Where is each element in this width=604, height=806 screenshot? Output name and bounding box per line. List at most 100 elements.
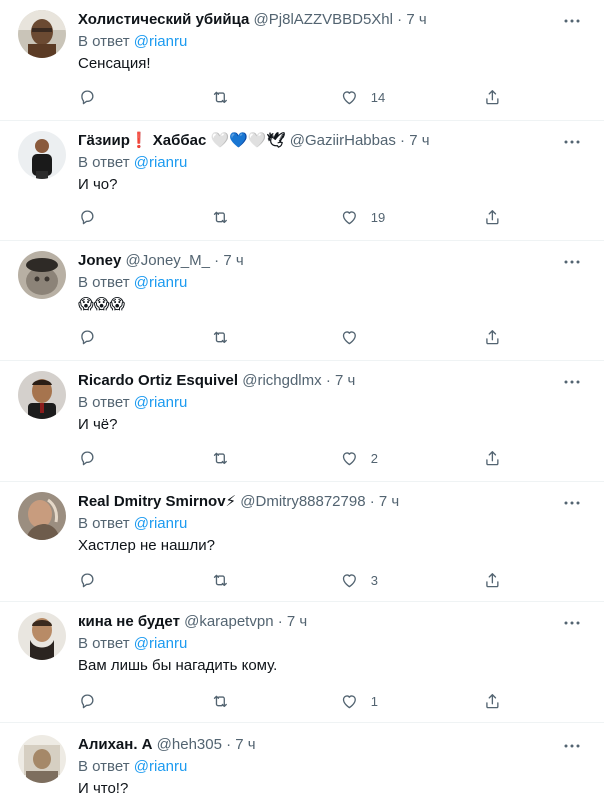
avatar[interactable]: [18, 10, 66, 58]
reply-prefix: В ответ: [78, 33, 130, 50]
author-handle[interactable]: @karapetvpn: [184, 613, 273, 630]
retweet-icon: [213, 452, 227, 464]
reply-button[interactable]: [78, 691, 97, 711]
action-bar: 14: [78, 87, 518, 107]
reply-button[interactable]: [78, 570, 97, 590]
share-button[interactable]: [483, 327, 502, 347]
author-name[interactable]: Real Dmitry Smirnov⚡: [78, 493, 236, 510]
mention-link[interactable]: @rianru: [134, 635, 188, 652]
author-name[interactable]: Гäзиир❗ Хаббас 🤍💙🤍🕊: [78, 132, 286, 149]
mention-link[interactable]: @rianru: [134, 274, 188, 291]
mention-link[interactable]: @rianru: [134, 33, 188, 50]
reply-context: В ответ @rianru: [78, 32, 588, 52]
share-icon: [486, 209, 499, 224]
action-bar: [78, 327, 518, 347]
like-icon: [342, 451, 356, 465]
reply-prefix: В ответ: [78, 154, 130, 171]
like-button[interactable]: 2: [340, 448, 378, 468]
tweet[interactable]: Гäзиир❗ Хаббас 🤍💙🤍🕊 @GaziirHabbas · 7 ч …: [0, 121, 604, 241]
action-bar: 1: [78, 691, 518, 711]
timestamp[interactable]: 7 ч: [379, 493, 399, 510]
timestamp[interactable]: 7 ч: [406, 11, 426, 28]
retweet-button[interactable]: [211, 327, 230, 347]
like-icon: [342, 210, 356, 224]
timestamp[interactable]: 7 ч: [235, 736, 255, 753]
retweet-button[interactable]: [211, 691, 230, 711]
author-handle[interactable]: @heh305: [157, 736, 222, 753]
separator-dot: ·: [397, 11, 403, 28]
separator-dot: ·: [369, 493, 375, 510]
like-icon: [342, 90, 356, 104]
reply-context: В ответ @rianru: [78, 757, 588, 777]
tweet-text: И чо?: [78, 176, 118, 193]
reply-button[interactable]: [78, 448, 97, 468]
timestamp[interactable]: 7 ч: [287, 613, 307, 630]
like-count: 3: [370, 572, 378, 588]
author-name[interactable]: кина не будет: [78, 613, 180, 630]
timestamp[interactable]: 7 ч: [223, 252, 243, 269]
author-handle[interactable]: @Joney_M_: [126, 252, 210, 269]
reply-button[interactable]: [78, 327, 97, 347]
like-icon: [342, 573, 356, 587]
reply-button[interactable]: [78, 87, 97, 107]
avatar[interactable]: [18, 612, 66, 660]
tweet[interactable]: Алихан. А @heh305 · 7 ч В ответ @rianru …: [0, 723, 604, 806]
share-button[interactable]: [483, 570, 502, 590]
share-button[interactable]: [483, 448, 502, 468]
like-button[interactable]: 14: [340, 87, 385, 107]
reply-context: В ответ @rianru: [78, 153, 588, 173]
avatar[interactable]: [18, 251, 66, 299]
tweet[interactable]: кина не будет @karapetvpn · 7 ч В ответ …: [0, 602, 604, 723]
reply-prefix: В ответ: [78, 274, 130, 291]
reply-context: В ответ @rianru: [78, 273, 588, 293]
timestamp[interactable]: 7 ч: [409, 132, 429, 149]
share-button[interactable]: [483, 691, 502, 711]
tweet[interactable]: Real Dmitry Smirnov⚡ @Dmitry88872798 · 7…: [0, 482, 604, 602]
author-name[interactable]: Холистический убийца: [78, 11, 249, 28]
author-name[interactable]: Ricardo Ortiz Esquivel: [78, 372, 238, 389]
tweet[interactable]: Холистический убийца @Pj8lAZZVBBD5Xhl · …: [0, 0, 604, 121]
avatar[interactable]: [18, 371, 66, 419]
like-button[interactable]: 3: [340, 570, 378, 590]
author-handle[interactable]: @GaziirHabbas: [290, 132, 396, 149]
like-icon: [342, 330, 356, 344]
timestamp[interactable]: 7 ч: [335, 372, 355, 389]
like-count: 2: [370, 450, 378, 466]
mention-link[interactable]: @rianru: [134, 394, 188, 411]
author-handle[interactable]: @Dmitry88872798: [240, 493, 365, 510]
reply-prefix: В ответ: [78, 394, 130, 411]
like-button[interactable]: [340, 327, 371, 347]
tweet[interactable]: Ricardo Ortiz Esquivel @richgdlmx · 7 ч …: [0, 361, 604, 482]
mention-link[interactable]: @rianru: [134, 758, 188, 775]
author-handle[interactable]: @richgdlmx: [242, 372, 321, 389]
avatar[interactable]: [18, 492, 66, 540]
retweet-button[interactable]: [211, 570, 230, 590]
mention-link[interactable]: @rianru: [134, 515, 188, 532]
share-button[interactable]: [483, 207, 502, 227]
retweet-button[interactable]: [211, 87, 230, 107]
author-name[interactable]: Joney: [78, 252, 121, 269]
reply-button[interactable]: [78, 207, 97, 227]
retweet-icon: [213, 211, 227, 223]
retweet-button[interactable]: [211, 207, 230, 227]
tweet-text: И что!?: [78, 780, 129, 797]
retweet-icon: [213, 574, 227, 586]
avatar[interactable]: [18, 735, 66, 783]
tweet-text: Вам лишь бы нагадить кому.: [78, 657, 278, 674]
reply-prefix: В ответ: [78, 635, 130, 652]
share-icon: [486, 450, 499, 465]
share-button[interactable]: [483, 87, 502, 107]
tweet[interactable]: Joney @Joney_M_ · 7 ч В ответ @rianru 😱😱…: [0, 241, 604, 361]
like-button[interactable]: 19: [340, 207, 385, 227]
retweet-button[interactable]: [211, 448, 230, 468]
retweet-icon: [213, 91, 227, 103]
retweet-icon: [213, 331, 227, 343]
tweet-text: 😱😱😱: [78, 296, 125, 313]
author-name[interactable]: Алихан. А: [78, 736, 153, 753]
like-button[interactable]: 1: [340, 691, 378, 711]
avatar[interactable]: [18, 131, 66, 179]
reply-context: В ответ @rianru: [78, 634, 588, 654]
author-handle[interactable]: @Pj8lAZZVBBD5Xhl: [254, 11, 393, 28]
reply-icon: [81, 451, 94, 465]
mention-link[interactable]: @rianru: [134, 154, 188, 171]
